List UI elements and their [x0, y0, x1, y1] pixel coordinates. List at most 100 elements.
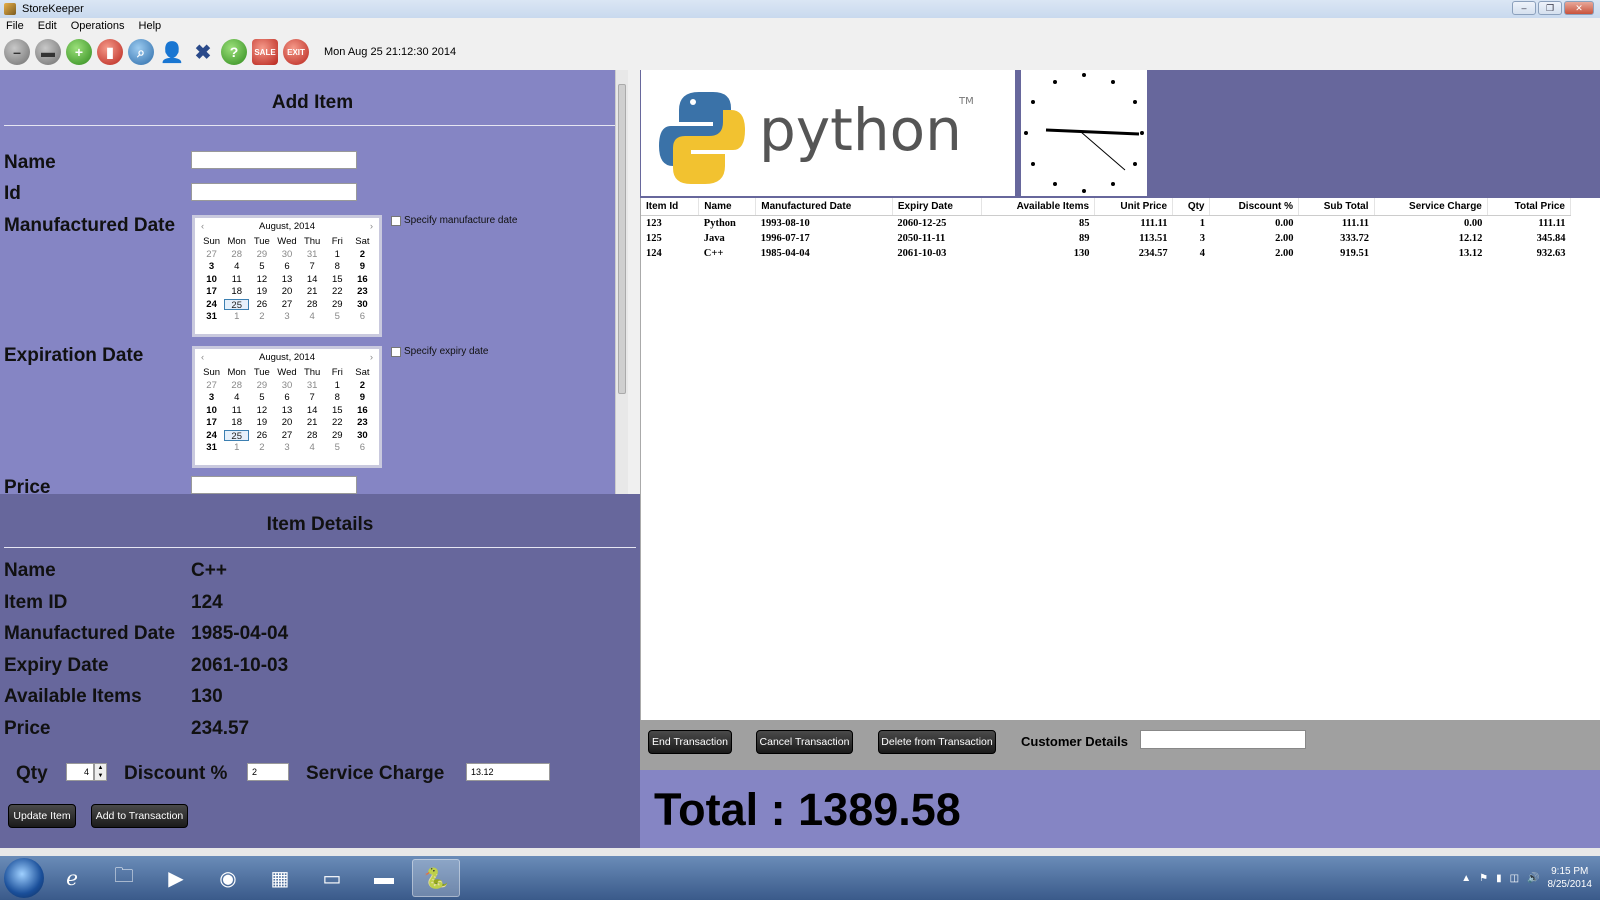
restore-button[interactable]: ❐ — [1538, 1, 1562, 15]
add-to-transaction-button[interactable]: Add to Transaction — [91, 804, 188, 828]
qty-stepper[interactable]: ▲ ▼ — [94, 763, 107, 781]
exit-icon[interactable]: EXIT — [283, 39, 309, 65]
delete-icon[interactable]: ▮ — [97, 39, 123, 65]
calendar-date[interactable]: 29 — [325, 430, 350, 442]
calendar-date[interactable]: 29 — [249, 380, 274, 392]
id-input[interactable] — [191, 183, 357, 201]
calendar-date[interactable]: 22 — [325, 286, 350, 298]
help-icon[interactable]: ? — [221, 39, 247, 65]
calendar-date[interactable]: 4 — [224, 261, 249, 273]
calendar-date[interactable]: 2 — [249, 311, 274, 323]
end-transaction-button[interactable]: End Transaction — [648, 730, 732, 754]
calendar-date[interactable]: 3 — [274, 442, 299, 454]
calendar-date[interactable]: 15 — [325, 405, 350, 417]
calendar-date[interactable]: 1 — [325, 249, 350, 261]
calendar-date[interactable]: 27 — [199, 380, 224, 392]
menu-edit[interactable]: Edit — [38, 20, 57, 32]
calendar-date[interactable]: 18 — [224, 286, 249, 298]
calendar-date[interactable]: 27 — [199, 249, 224, 261]
dash-icon[interactable]: ▬ — [35, 39, 61, 65]
calendar-date[interactable]: 3 — [199, 261, 224, 273]
calendar-date[interactable]: 21 — [300, 417, 325, 429]
column-header[interactable]: Service Charge — [1374, 198, 1488, 216]
add-user-icon[interactable]: 👤 — [159, 39, 185, 65]
calendar-date[interactable]: 8 — [325, 261, 350, 273]
folder-icon[interactable]: 🗀 — [100, 859, 148, 897]
calendar-date[interactable]: 15 — [325, 274, 350, 286]
calendar-date[interactable]: 8 — [325, 392, 350, 404]
manufactured-calendar[interactable]: ‹ August, 2014 › Sun Mon Tue Wed Thu Fri Sat 27… — [192, 215, 382, 337]
network-icon[interactable]: ◫ — [1510, 873, 1519, 884]
delete-from-transaction-button[interactable]: Delete from Transaction — [878, 730, 996, 754]
next-month-icon[interactable]: › — [370, 218, 373, 236]
flag-icon[interactable]: ⚑ — [1479, 873, 1488, 884]
tray-arrow-icon[interactable]: ▲ — [1461, 873, 1471, 884]
calendar-date[interactable]: 17 — [199, 417, 224, 429]
qty-input[interactable]: 4 — [66, 763, 94, 781]
remove-user-icon[interactable]: ✖ — [190, 39, 216, 65]
calendar-date[interactable]: 6 — [274, 261, 299, 273]
calendar-date[interactable]: 2 — [249, 442, 274, 454]
calendar-date[interactable]: 4 — [300, 442, 325, 454]
calendar-date[interactable]: 13 — [274, 405, 299, 417]
prev-month-icon[interactable]: ‹ — [201, 349, 204, 367]
calendar-date[interactable]: 25 — [224, 298, 250, 311]
column-header[interactable]: Unit Price — [1094, 198, 1174, 216]
calendar-date[interactable]: 6 — [350, 442, 375, 454]
calendar-date[interactable]: 21 — [300, 286, 325, 298]
calendar-date[interactable]: 28 — [224, 249, 249, 261]
calendar-date[interactable]: 28 — [224, 380, 249, 392]
menu-help[interactable]: Help — [139, 20, 162, 32]
calendar-date[interactable]: 23 — [350, 417, 375, 429]
calendar-date[interactable]: 6 — [350, 311, 375, 323]
calendar-date[interactable]: 12 — [249, 405, 274, 417]
column-header[interactable]: Discount % — [1209, 198, 1300, 216]
calendar-date[interactable]: 6 — [274, 392, 299, 404]
terminal-icon[interactable]: ▬ — [360, 859, 408, 897]
add-panel-scrollbar[interactable] — [615, 70, 628, 494]
calendar-date[interactable]: 27 — [274, 430, 299, 442]
start-button[interactable] — [4, 858, 44, 898]
calendar-date[interactable]: 4 — [224, 392, 249, 404]
specify-manufacture-checkbox[interactable] — [391, 215, 401, 226]
calendar-date[interactable]: 5 — [249, 261, 274, 273]
calendar-date[interactable]: 28 — [300, 299, 325, 311]
calendar-date[interactable]: 3 — [274, 311, 299, 323]
table-row[interactable]: 124 C++ 1985-04-04 2061-10-03 130 234.57 4 2.00… — [641, 246, 1571, 261]
calendar-date[interactable]: 11 — [224, 274, 249, 286]
column-header[interactable]: Available Items — [981, 198, 1096, 216]
calendar-date[interactable]: 5 — [249, 392, 274, 404]
calendar-date[interactable]: 23 — [350, 286, 375, 298]
column-header[interactable]: Manufactured Date — [755, 198, 893, 216]
close-button[interactable]: ✕ — [1564, 1, 1594, 15]
column-header[interactable]: Total Price — [1487, 198, 1572, 216]
calendar-date[interactable]: 16 — [350, 405, 375, 417]
column-header[interactable]: Expiry Date — [892, 198, 983, 216]
battery-icon[interactable]: ▮ — [1496, 873, 1502, 884]
search-icon[interactable]: ⌕ — [128, 39, 154, 65]
calendar-date[interactable]: 30 — [350, 430, 375, 442]
calendar-date[interactable]: 7 — [300, 392, 325, 404]
calendar-date[interactable]: 26 — [249, 299, 274, 311]
tray-clock[interactable]: 9:15 PM 8/25/2014 — [1548, 865, 1593, 891]
calendar-date[interactable]: 16 — [350, 274, 375, 286]
calendar-date[interactable]: 17 — [199, 286, 224, 298]
name-input[interactable] — [191, 151, 357, 169]
calendar-date[interactable]: 22 — [325, 417, 350, 429]
chrome-icon[interactable]: ◉ — [204, 859, 252, 897]
calendar-date[interactable]: 7 — [300, 261, 325, 273]
calendar-date[interactable]: 29 — [249, 249, 274, 261]
calendar-date[interactable]: 18 — [224, 417, 249, 429]
calendar-date[interactable]: 20 — [274, 417, 299, 429]
calendar-date[interactable]: 26 — [249, 430, 274, 442]
calendar-date[interactable]: 5 — [325, 311, 350, 323]
calendar-date[interactable]: 13 — [274, 274, 299, 286]
minimize-button[interactable]: – — [1512, 1, 1536, 15]
window-icon[interactable]: ▭ — [308, 859, 356, 897]
calendar-date[interactable]: 14 — [300, 405, 325, 417]
column-header[interactable]: Sub Total — [1298, 198, 1375, 216]
calendar-date[interactable]: 24 — [199, 430, 224, 442]
calendar-date[interactable]: 30 — [350, 299, 375, 311]
calendar-date[interactable]: 12 — [249, 274, 274, 286]
calendar-date[interactable]: 30 — [274, 380, 299, 392]
